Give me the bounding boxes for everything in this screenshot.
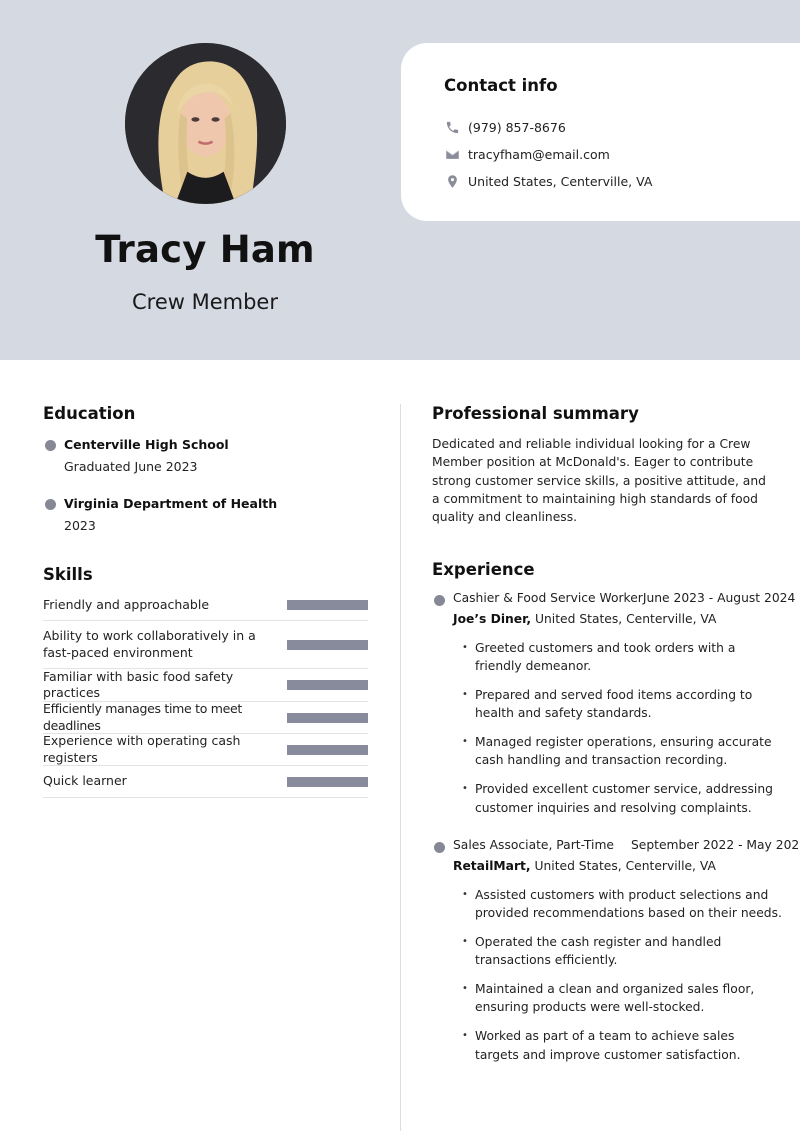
- contact-location: United States, Centerville, VA: [444, 173, 652, 189]
- contact-email: tracyfham@email.com: [444, 146, 610, 162]
- skill-item: Efficiently manages time to meet deadlin…: [43, 701, 368, 734]
- skill-level-bar: [287, 600, 368, 610]
- skill-level-bar: [287, 639, 368, 650]
- summary-heading: Professional summary: [432, 404, 639, 423]
- job-location: United States, Centerville, VA: [530, 859, 716, 873]
- education-heading: Education: [43, 404, 136, 423]
- job-bullets: Greeted customers and took orders with a…: [462, 639, 782, 827]
- job-company: RetailMart,: [453, 859, 531, 873]
- skill-item: Familiar with basic food safety practice…: [43, 669, 368, 702]
- skill-label: Quick learner: [43, 773, 127, 789]
- job-bullets: Assisted customers with product selectio…: [462, 886, 782, 1074]
- skill-level-bar: [287, 712, 368, 723]
- column-divider: [400, 404, 401, 1131]
- profile-photo: [125, 43, 286, 204]
- job-company-line: Joe’s Diner, United States, Centerville,…: [453, 612, 716, 626]
- job-role: Cashier & Food Service Worker: [453, 591, 643, 605]
- job-bullet: Worked as part of a team to achieve sale…: [462, 1027, 782, 1064]
- job-bullet: Prepared and served food items according…: [462, 686, 782, 723]
- skill-level-bar: [287, 680, 368, 690]
- job-dates: June 2023 - August 2024: [642, 591, 796, 605]
- location-icon: [444, 173, 460, 189]
- education-date: Graduated June 2023: [64, 459, 198, 474]
- candidate-name: Tracy Ham: [95, 228, 315, 271]
- skill-level-fill: [287, 776, 368, 787]
- skill-level-fill: [287, 712, 368, 723]
- bullet-dot-icon: [434, 595, 445, 606]
- skill-label: Familiar with basic food safety practice…: [43, 668, 234, 701]
- skill-item: Friendly and approachable: [43, 590, 368, 621]
- job-bullet: Greeted customers and took orders with a…: [462, 639, 782, 676]
- summary-text: Dedicated and reliable individual lookin…: [432, 437, 766, 525]
- job-company: Joe’s Diner,: [453, 612, 532, 626]
- skill-label: Experience with operating cash registers: [43, 733, 241, 765]
- job-bullet: Provided excellent customer service, add…: [462, 780, 782, 817]
- job-bullet: Operated the cash register and handled t…: [462, 933, 782, 970]
- bullet-dot-icon: [45, 440, 56, 451]
- job-dates: September 2022 - May 2023: [630, 838, 800, 852]
- job-bullet: Managed register operations, ensuring ac…: [462, 733, 782, 770]
- education-school: Centerville High School: [64, 437, 229, 452]
- contact-heading: Contact info: [444, 76, 558, 95]
- skill-level-fill: [287, 744, 368, 755]
- phone-icon: [444, 119, 460, 135]
- skills-list: Friendly and approachable Ability to wor…: [43, 590, 368, 798]
- job-bullet: Maintained a clean and organized sales f…: [462, 980, 782, 1017]
- skill-level-fill: [287, 600, 368, 610]
- job-header: Cashier & Food Service WorkerJune 2023 -…: [453, 591, 795, 605]
- job-company-line: RetailMart, United States, Centerville, …: [453, 859, 716, 873]
- contact-card: Contact info (979) 857-8676 tracyfham@em…: [401, 43, 800, 221]
- contact-phone: (979) 857-8676: [444, 119, 566, 135]
- contact-location-text: United States, Centerville, VA: [468, 173, 653, 189]
- education-school: Virginia Department of Health: [64, 496, 278, 511]
- education-date: 2023: [64, 518, 96, 533]
- portrait-image: [125, 43, 286, 204]
- job-title: Crew Member: [132, 290, 278, 314]
- skill-level-bar: [287, 744, 368, 755]
- skill-item: Experience with operating cash registers: [43, 733, 368, 766]
- skill-label: Ability to work collaboratively in a fas…: [43, 628, 256, 660]
- contact-phone-text[interactable]: (979) 857-8676: [468, 120, 566, 135]
- contact-email-text[interactable]: tracyfham@email.com: [468, 147, 610, 162]
- job-role: Sales Associate, Part-Time: [453, 838, 614, 852]
- skill-item: Quick learner: [43, 766, 368, 798]
- skill-level-bar: [287, 776, 368, 787]
- skill-label: Friendly and approachable: [43, 596, 210, 612]
- bullet-dot-icon: [434, 842, 445, 853]
- job-header: Sales Associate, Part-Time September 2022…: [453, 838, 800, 852]
- skill-level-fill: [287, 639, 368, 650]
- job-bullet: Assisted customers with product selectio…: [462, 886, 782, 923]
- email-icon: [444, 146, 460, 162]
- bullet-dot-icon: [45, 499, 56, 510]
- skill-level-fill: [287, 680, 368, 690]
- skills-heading: Skills: [43, 565, 93, 584]
- experience-heading: Experience: [432, 560, 535, 579]
- header-banner: Tracy Ham Crew Member Contact info (979)…: [0, 0, 800, 360]
- job-location: United States, Centerville, VA: [531, 612, 717, 626]
- skill-label: Efficiently manages time to meet deadlin…: [43, 701, 243, 733]
- skill-item: Ability to work collaboratively in a fas…: [43, 621, 368, 669]
